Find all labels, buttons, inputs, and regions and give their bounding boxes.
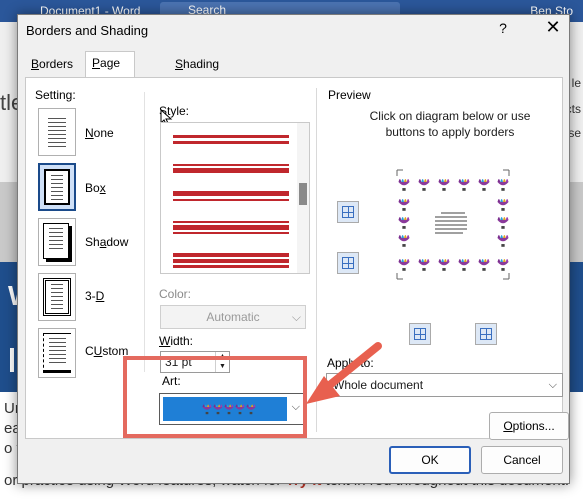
style-option-5[interactable]	[173, 253, 289, 269]
left-border-button[interactable]	[409, 323, 431, 345]
balloon-icon	[398, 234, 410, 247]
balloon-icon	[398, 216, 410, 229]
balloon-icon	[438, 178, 450, 191]
options-button[interactable]: Options...	[489, 412, 569, 440]
color-dropdown[interactable]: Automatic ⌵	[160, 305, 306, 329]
apply-to-dropdown[interactable]: Whole document ⌵	[326, 373, 563, 397]
balloon-icon	[398, 258, 410, 271]
balloon-icon	[458, 178, 470, 191]
middle-border-button[interactable]	[337, 252, 359, 274]
setting-label: Setting:	[35, 88, 76, 102]
ok-button[interactable]: OK	[389, 446, 471, 474]
page-thumbnail	[43, 278, 71, 316]
help-icon[interactable]: ?	[493, 20, 513, 36]
column-separator	[144, 92, 145, 372]
balloon-icon	[418, 258, 430, 271]
style-list-scrollbar[interactable]	[297, 123, 309, 273]
balloon-icon	[398, 178, 410, 191]
balloon-border-preview	[396, 169, 510, 280]
cancel-button[interactable]: Cancel	[481, 446, 563, 474]
setting-none-label[interactable]: None	[85, 126, 114, 140]
tab-page-border[interactable]: Page Border	[85, 51, 136, 92]
setting-box-label[interactable]: Box	[85, 181, 106, 195]
page-thumbnail	[43, 113, 71, 151]
color-value: Automatic	[206, 310, 260, 324]
border-button-icon	[342, 257, 354, 269]
balloon-icon	[438, 258, 450, 271]
close-icon[interactable]: ✕	[542, 17, 564, 38]
style-list[interactable]	[160, 122, 310, 274]
art-highlight-box	[123, 356, 307, 438]
border-button-icon	[342, 206, 354, 218]
ribbon-right-text-3: se	[568, 126, 581, 140]
color-label: Color:	[159, 287, 192, 301]
balloon-icon	[497, 198, 509, 211]
right-border-button[interactable]	[475, 323, 497, 345]
setting-3d-thumbnail[interactable]	[38, 273, 76, 321]
width-label: Width:	[159, 334, 194, 348]
tab-shading[interactable]: Shading	[169, 53, 225, 77]
style-option-2[interactable]	[173, 164, 289, 174]
balloon-icon	[497, 258, 509, 271]
page-thumbnail	[44, 169, 70, 205]
setting-3d-label[interactable]: 3-D	[85, 289, 104, 303]
preview-hint: Click on diagram below or use buttons to…	[369, 109, 531, 139]
preview-separator	[316, 88, 317, 432]
chevron-down-icon: ⌵	[548, 379, 557, 391]
style-option-4[interactable]	[173, 221, 289, 235]
setting-box-thumbnail[interactable]	[38, 163, 76, 211]
setting-custom-thumbnail[interactable]	[38, 328, 76, 378]
hero-bar	[10, 348, 14, 372]
balloon-icon	[398, 198, 410, 211]
balloon-icon	[418, 178, 430, 191]
preview-diagram[interactable]	[383, 156, 523, 293]
style-option-3[interactable]	[173, 191, 289, 203]
balloon-icon	[458, 258, 470, 271]
balloon-icon	[497, 178, 509, 191]
balloon-icon	[497, 216, 509, 229]
setting-shadow-label[interactable]: Shadow	[85, 235, 128, 249]
style-option-1[interactable]	[173, 135, 289, 145]
setting-shadow-thumbnail[interactable]	[38, 218, 76, 266]
apply-to-value: Whole document	[333, 378, 424, 392]
setting-custom-label[interactable]: CUstom	[85, 344, 128, 358]
border-button-icon	[414, 328, 426, 340]
dialog-title: Borders and Shading	[26, 23, 149, 38]
balloon-icon	[497, 234, 509, 247]
scrollbar-thumb[interactable]	[299, 183, 307, 205]
setting-none-thumbnail[interactable]	[38, 108, 76, 156]
ribbon-right-text-1: le	[571, 76, 581, 90]
preview-label: Preview	[328, 88, 371, 102]
balloon-icon	[478, 258, 490, 271]
page-thumbnail	[43, 223, 69, 259]
balloon-icon	[478, 178, 490, 191]
page-thumbnail	[43, 333, 71, 373]
chevron-down-icon: ⌵	[291, 310, 301, 324]
top-border-button[interactable]	[337, 201, 359, 223]
border-button-icon	[480, 328, 492, 340]
apply-to-label: Apply to:	[327, 356, 374, 370]
tab-borders[interactable]: Borders	[25, 53, 79, 77]
